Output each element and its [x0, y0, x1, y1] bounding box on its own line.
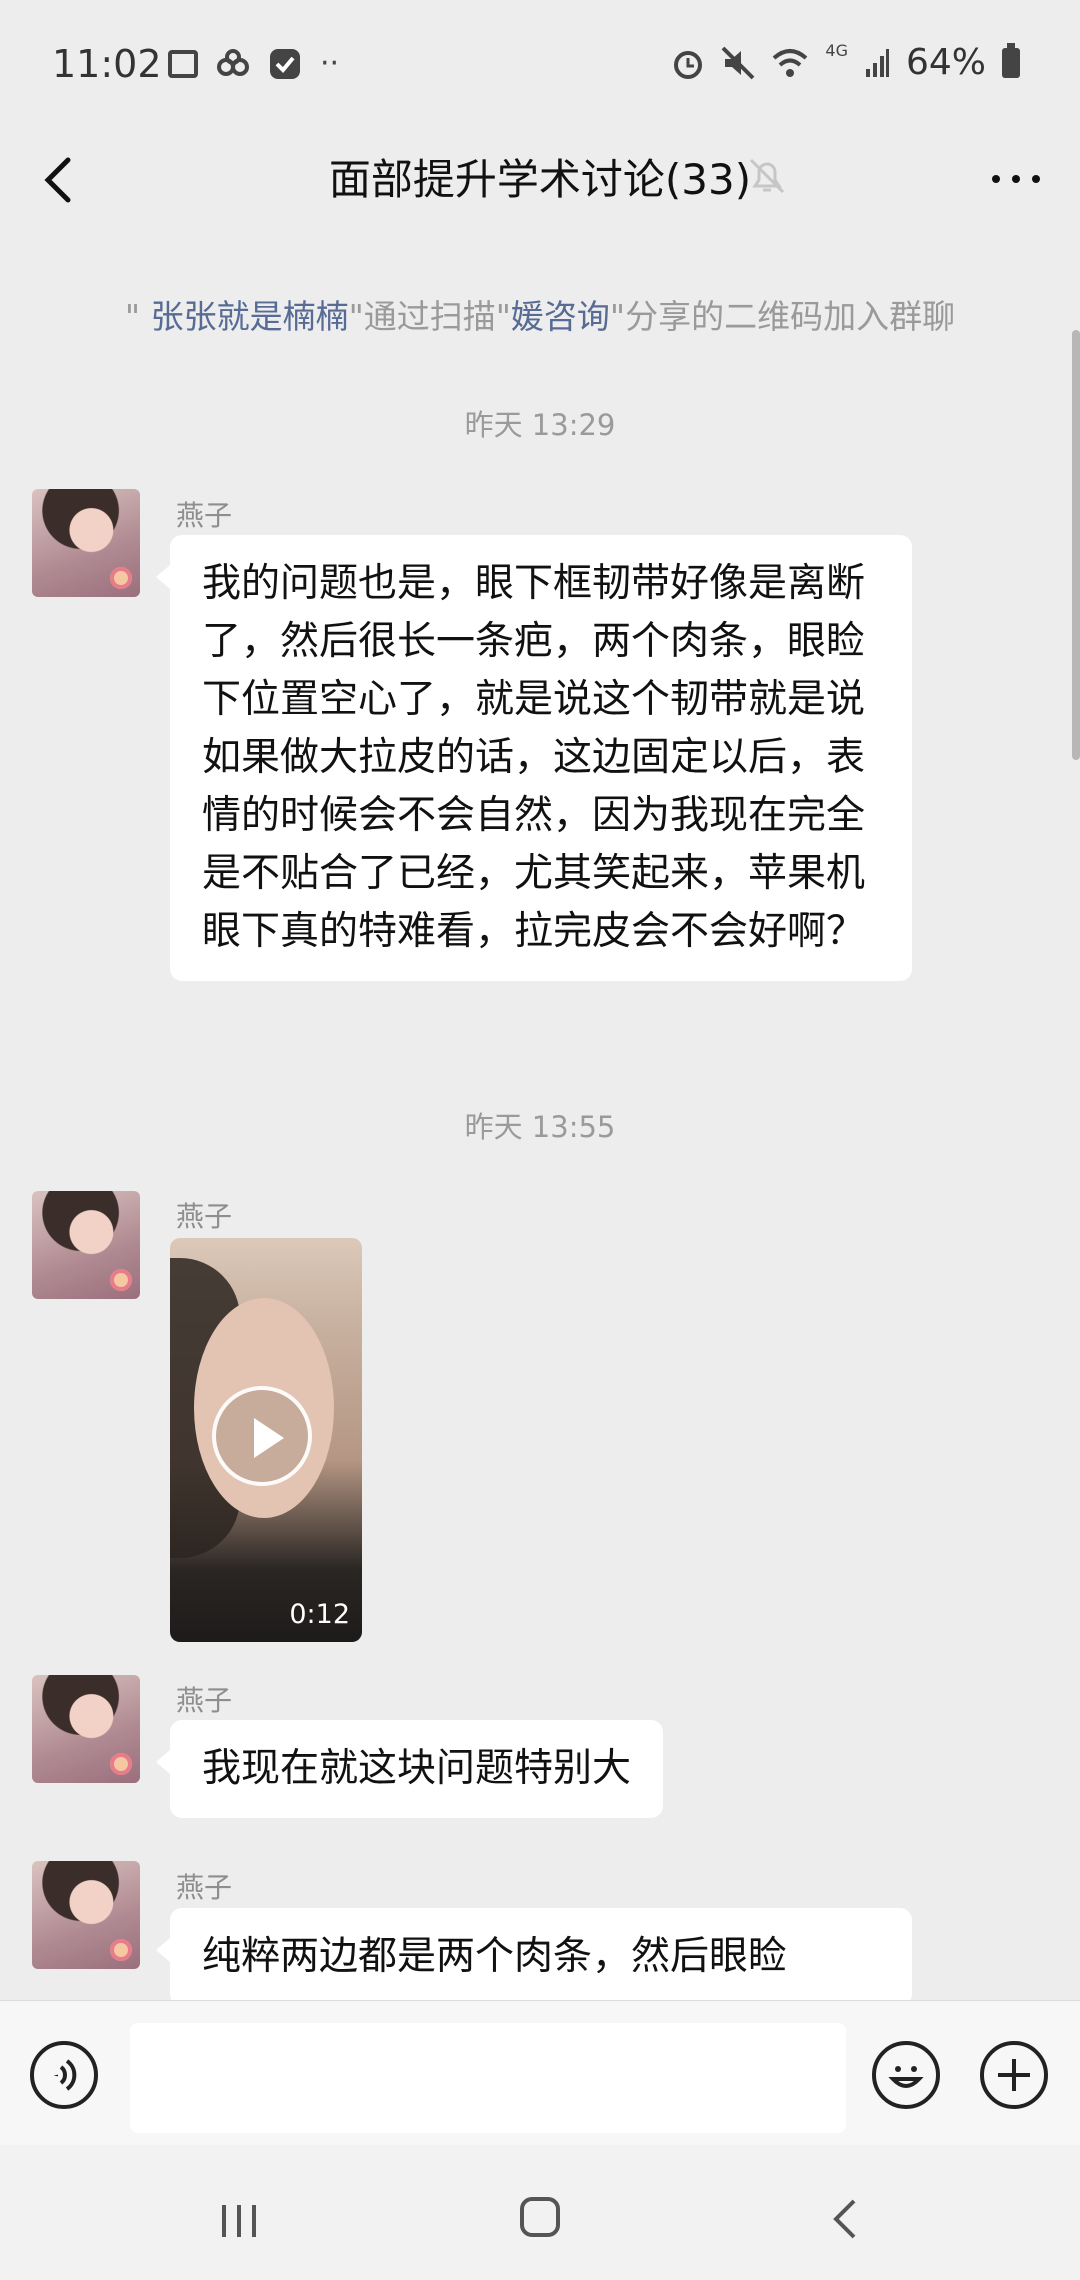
message-bubble[interactable]: 纯粹两边都是两个肉条，然后眼睑 — [156, 1908, 912, 2000]
battery-icon — [1002, 42, 1020, 78]
status-bar: 11:02 ·· 4G 64% — [0, 0, 1080, 130]
chat-header: 面部提升学术讨论(33) — [0, 130, 1080, 240]
more-options-button[interactable] — [986, 154, 1046, 204]
status-indicators: 4G 64% — [671, 41, 1020, 83]
sender-name: 燕子 — [176, 1684, 233, 1717]
sender-name: 燕子 — [176, 1200, 233, 1233]
avatar[interactable] — [32, 1675, 140, 1783]
scrollbar[interactable] — [1072, 330, 1080, 760]
video-duration: 0:12 — [289, 1599, 350, 1630]
voice-icon — [54, 2059, 77, 2091]
muted-bell-icon — [749, 158, 785, 194]
notification-icons: ·· — [168, 46, 339, 81]
sender-name: 燕子 — [176, 499, 233, 532]
home-button[interactable] — [520, 2197, 560, 2237]
input-bar — [0, 2000, 1080, 2146]
timestamp-separator: 昨天 13:29 — [464, 408, 616, 442]
signal-icon — [865, 48, 889, 77]
timestamp-separator: 昨天 13:55 — [464, 1110, 616, 1144]
mute-icon — [721, 46, 755, 79]
emoji-button[interactable] — [872, 2041, 940, 2109]
link-icon — [217, 48, 249, 76]
system-join-note: " 张张就是楠楠"通过扫描"媛咨询"分享的二维码加入群聊 — [124, 297, 956, 336]
voice-input-button[interactable] — [30, 2041, 98, 2109]
alarm-icon — [674, 50, 703, 79]
battery-percent: 64% — [905, 42, 986, 83]
wifi-icon — [773, 48, 808, 77]
message-clip: 纯粹两边都是两个肉条，然后眼睑 — [0, 1906, 1080, 2000]
system-nav-bar — [0, 2145, 1080, 2280]
emoji-icon — [888, 2066, 924, 2088]
recent-apps-button[interactable] — [218, 2203, 260, 2239]
more-notifications-icon: ·· — [320, 46, 340, 81]
more-functions-button[interactable] — [980, 2041, 1048, 2109]
gallery-icon — [168, 49, 198, 78]
message-input[interactable] — [130, 2023, 846, 2133]
play-icon[interactable] — [212, 1386, 312, 1486]
message-bubble[interactable]: 我现在就这块问题特别大 — [155, 1720, 664, 1818]
video-message[interactable]: 0:12 — [170, 1238, 362, 1642]
status-time: 11:02 — [52, 42, 162, 86]
message-bubble[interactable]: 我的问题也是，眼下框韧带好像是离断了，然后很长一条疤，两个肉条，眼睑下位置空心了… — [156, 535, 912, 981]
chat-title: 面部提升学术讨论(33) — [328, 155, 752, 204]
inviter-link[interactable]: 张张就是楠楠 — [151, 297, 349, 336]
avatar[interactable] — [32, 1191, 140, 1299]
avatar[interactable] — [32, 489, 140, 597]
network-type: 4G — [825, 41, 848, 60]
app-badge-icon — [270, 48, 300, 79]
system-back-button[interactable] — [830, 2197, 860, 2241]
source-link[interactable]: 媛咨询 — [511, 297, 610, 336]
sender-name: 燕子 — [176, 1871, 233, 1904]
